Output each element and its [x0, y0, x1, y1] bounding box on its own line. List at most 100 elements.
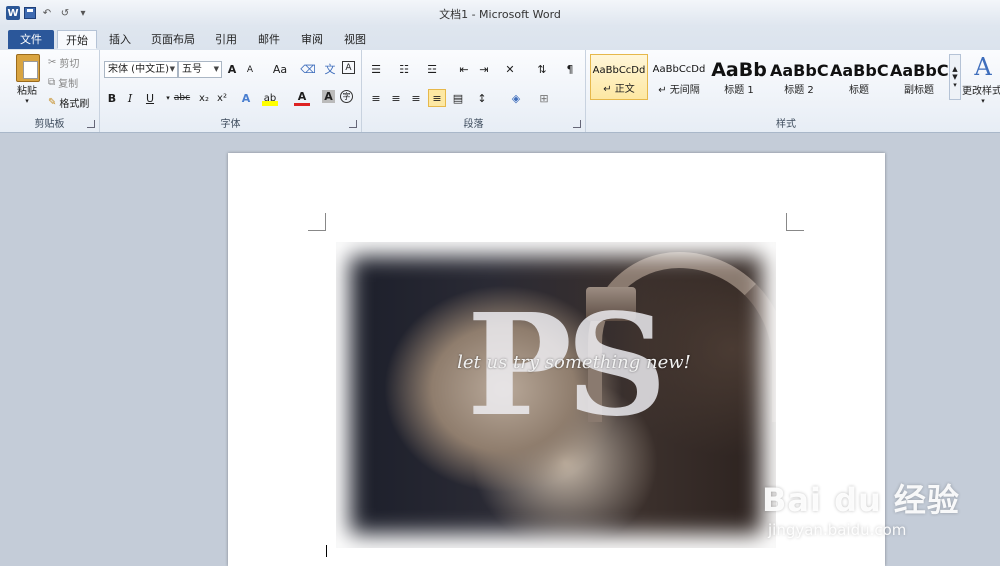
- change-styles-icon[interactable]: A: [970, 53, 996, 81]
- show-marks-icon[interactable]: ¶: [562, 61, 578, 77]
- font-launcher-icon[interactable]: [349, 120, 357, 128]
- styles-scroll[interactable]: ▲ ▼ ▾: [949, 54, 961, 100]
- chevron-down-icon: ▼: [169, 65, 175, 73]
- style-name: ↵ 正文: [603, 84, 635, 95]
- align-left-icon[interactable]: ≡: [368, 90, 384, 106]
- shading-icon[interactable]: ◈: [508, 90, 524, 106]
- change-case-button[interactable]: Aa: [268, 61, 292, 77]
- style-sample: AaBb: [711, 59, 767, 81]
- tab-page-layout[interactable]: 页面布局: [148, 30, 198, 49]
- brush-icon: ✎: [48, 96, 57, 108]
- title-bar: W ↶ ↺ ▾ 文档1 - Microsoft Word: [0, 0, 1000, 26]
- font-size-combo[interactable]: 五号 ▼: [178, 61, 222, 78]
- copy-icon: ⧉: [48, 76, 56, 88]
- justify-icon[interactable]: ≡: [428, 89, 446, 107]
- text-effects-icon[interactable]: A: [238, 90, 254, 106]
- enclose-char-icon[interactable]: 字: [340, 90, 353, 103]
- line-spacing-icon[interactable]: ↕: [474, 90, 490, 106]
- sort-icon[interactable]: ⇅: [534, 61, 550, 77]
- style-sample: AaBbC: [830, 61, 888, 80]
- decrease-indent-icon[interactable]: ⇤: [456, 61, 472, 77]
- style-sample: AaBbC: [890, 61, 948, 80]
- watermark-url: jingyan.baidu.com: [768, 521, 907, 539]
- chevron-down-icon: ▼: [952, 73, 958, 81]
- multilevel-list-icon[interactable]: ☲: [424, 61, 440, 77]
- baidu-jingyan-watermark: Bai du 经验 jingyan.baidu.com: [762, 455, 992, 545]
- style-name: 标题 1: [724, 85, 754, 96]
- strikethrough-button[interactable]: abc: [170, 90, 194, 106]
- style-no-spacing[interactable]: AaBbCcDd ↵ 无间隔: [650, 54, 708, 100]
- window-title: 文档1 - Microsoft Word: [439, 8, 561, 21]
- ribbon: 粘贴 ▾ ✂ 剪切 ⧉ 复制 ✎ 格式刷 剪贴板 宋体 (中文正) ▼ 五号 ▼ A A …: [0, 50, 1000, 133]
- increase-indent-icon[interactable]: ⇥: [476, 61, 492, 77]
- tab-references[interactable]: 引用: [210, 30, 242, 49]
- kitten-faucet-image[interactable]: PS let us try something new!: [336, 242, 776, 548]
- align-center-icon[interactable]: ≡: [388, 90, 404, 106]
- tab-review[interactable]: 审阅: [296, 30, 328, 49]
- font-name-value: 宋体 (中文正): [108, 64, 169, 75]
- phonetic-guide-icon[interactable]: 文: [322, 61, 338, 77]
- tab-mailings[interactable]: 邮件: [253, 30, 285, 49]
- align-right-icon[interactable]: ≡: [408, 90, 424, 106]
- style-name: 副标题: [904, 85, 934, 96]
- subscript-button[interactable]: x₂: [196, 90, 212, 106]
- tab-file[interactable]: 文件: [8, 30, 54, 49]
- asian-layout-icon[interactable]: ✕: [502, 61, 518, 77]
- clipboard-launcher-icon[interactable]: [87, 120, 95, 128]
- cut-button[interactable]: ✂ 剪切: [48, 55, 92, 70]
- more-icon: ▾: [953, 81, 957, 89]
- format-painter-button[interactable]: ✎ 格式刷: [48, 95, 96, 110]
- text-cursor: [326, 545, 327, 557]
- font-size-value: 五号: [182, 64, 202, 75]
- scissors-icon: ✂: [48, 56, 57, 68]
- margin-corner-top-left: [308, 213, 326, 231]
- font-name-combo[interactable]: 宋体 (中文正) ▼: [104, 61, 178, 78]
- bold-button[interactable]: B: [104, 90, 120, 106]
- style-name: ↵ 无间隔: [658, 85, 700, 96]
- style-normal[interactable]: AaBbCcDd ↵ 正文: [590, 54, 648, 100]
- paste-button[interactable]: 粘贴: [10, 82, 44, 97]
- tab-insert[interactable]: 插入: [104, 30, 136, 49]
- styles-group-label: 样式: [776, 119, 796, 130]
- clear-formatting-icon[interactable]: ⌫: [300, 61, 316, 77]
- ribbon-tabs: 文件 开始 插入 页面布局 引用 邮件 审阅 视图: [0, 26, 1000, 51]
- distributed-icon[interactable]: ▤: [450, 90, 466, 106]
- paste-icon[interactable]: [16, 54, 40, 82]
- change-styles-button[interactable]: 更改样式: [962, 82, 1000, 97]
- styles-group: AaBbCcDd ↵ 正文 AaBbCcDd ↵ 无间隔 AaBb 标题 1 A…: [586, 50, 1000, 132]
- shrink-font-button[interactable]: A: [242, 62, 258, 78]
- italic-button[interactable]: I: [122, 90, 138, 106]
- style-sample: AaBbCcDd: [592, 65, 646, 76]
- tab-view[interactable]: 视图: [339, 30, 371, 49]
- underline-button[interactable]: U: [142, 90, 158, 106]
- tab-home[interactable]: 开始: [57, 30, 97, 49]
- highlight-icon[interactable]: ab: [262, 90, 278, 106]
- copy-label: 复制: [58, 78, 79, 90]
- style-name: 标题 2: [784, 85, 814, 96]
- char-shading-icon[interactable]: A: [322, 90, 335, 103]
- grow-font-button[interactable]: A: [224, 61, 240, 77]
- watermark-logo: Bai du 经验: [762, 481, 960, 519]
- clipboard-group-label: 剪贴板: [34, 119, 65, 130]
- style-sample: AaBbCcDd: [652, 64, 706, 75]
- margin-corner-top-right: [786, 213, 804, 231]
- cut-label: 剪切: [59, 58, 80, 70]
- paragraph-launcher-icon[interactable]: [573, 120, 581, 128]
- chevron-up-icon: ▲: [952, 65, 958, 73]
- font-group: 宋体 (中文正) ▼ 五号 ▼ A A Aa ⌫ 文 A B I U ▾ abc x…: [100, 50, 362, 132]
- paste-dropdown-icon[interactable]: ▾: [22, 96, 32, 106]
- borders-icon[interactable]: ⊞: [536, 90, 552, 106]
- font-color-icon[interactable]: A: [294, 90, 310, 106]
- numbering-icon[interactable]: ☷: [396, 61, 412, 77]
- style-title[interactable]: AaBbC 标题: [830, 54, 888, 100]
- copy-button[interactable]: ⧉ 复制: [48, 75, 92, 90]
- chevron-down-icon: ▼: [213, 65, 219, 73]
- superscript-button[interactable]: x²: [214, 90, 230, 106]
- change-styles-dropdown-icon[interactable]: ▾: [978, 96, 988, 106]
- style-heading-2[interactable]: AaBbC 标题 2: [770, 54, 828, 100]
- style-name: 标题: [849, 85, 869, 96]
- style-subtitle[interactable]: AaBbC 副标题: [890, 54, 948, 100]
- style-heading-1[interactable]: AaBb 标题 1: [710, 54, 768, 100]
- bullets-icon[interactable]: ☰: [368, 61, 384, 77]
- char-border-button[interactable]: A: [342, 61, 355, 74]
